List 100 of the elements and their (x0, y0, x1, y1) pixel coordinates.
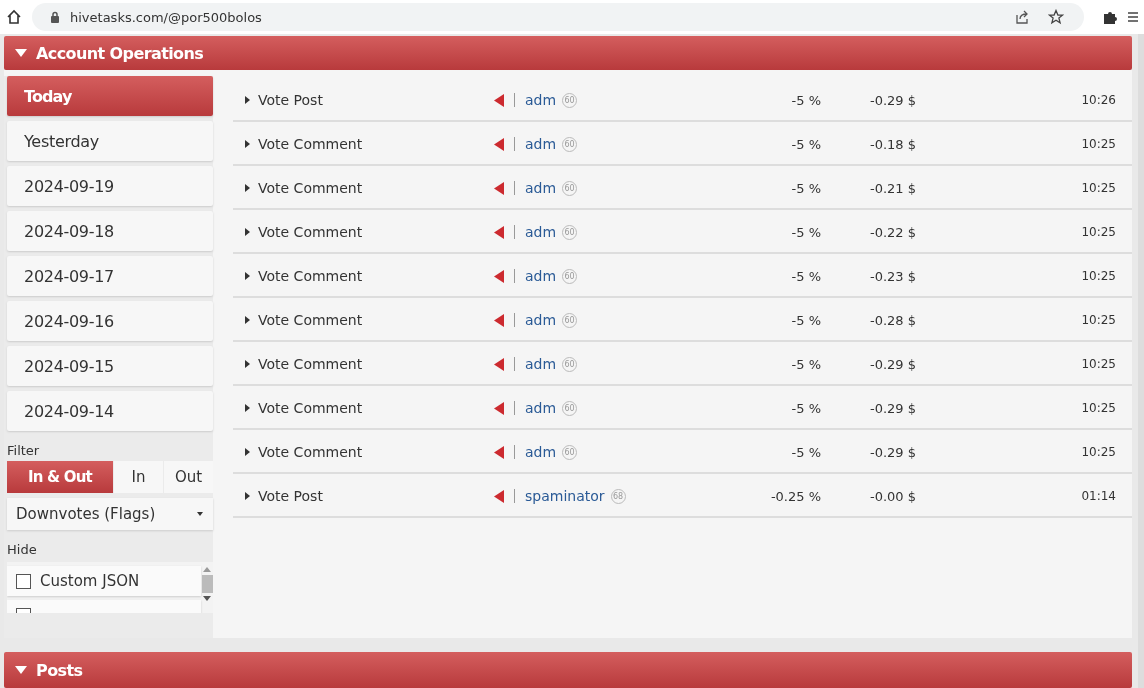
operation-time: 01:14 (1080, 489, 1117, 503)
scroll-down-icon[interactable] (203, 596, 211, 602)
vote-value: -0.21 $ (868, 180, 916, 196)
operation-time: 10:25 (1080, 225, 1117, 239)
expand-icon (245, 228, 250, 236)
vote-value: -0.18 $ (868, 136, 916, 152)
address-bar[interactable]: hivetasks.com/@por500bolos (32, 3, 1084, 31)
day-tab[interactable]: Today (7, 76, 213, 116)
day-tab[interactable]: 2024-09-14 (7, 391, 213, 431)
downvote-icon (494, 269, 504, 283)
downvote-icon (494, 93, 504, 107)
expand-icon (245, 448, 250, 456)
day-tab[interactable]: Yesterday (7, 121, 213, 161)
expand-icon (245, 96, 250, 104)
account-link[interactable]: adm (525, 180, 557, 196)
operation-time: 10:25 (1080, 313, 1117, 327)
operation-type: Vote Comment (258, 268, 363, 284)
checkbox[interactable] (16, 573, 31, 589)
expand-icon (245, 492, 250, 500)
vote-value: -0.23 $ (868, 268, 916, 284)
home-icon[interactable] (6, 9, 22, 25)
downvote-icon (494, 489, 504, 503)
vote-value: -0.29 $ (868, 356, 916, 372)
operation-type: Vote Comment (258, 312, 363, 328)
scroll-up-icon[interactable] (203, 566, 211, 572)
caret-down-icon (197, 512, 203, 516)
day-tab[interactable]: 2024-09-17 (7, 256, 213, 296)
section-title: Posts (36, 660, 83, 680)
downvote-icon (494, 225, 504, 239)
operation-type: Vote Comment (258, 224, 363, 240)
menu-icon[interactable] (1128, 10, 1138, 24)
operation-time: 10:26 (1080, 93, 1117, 107)
account-link[interactable]: adm (525, 400, 557, 416)
operation-time: 10:25 (1080, 137, 1117, 151)
account-link[interactable]: adm (525, 224, 557, 240)
downvote-icon (494, 445, 504, 459)
account-link[interactable]: adm (525, 136, 557, 152)
downvote-icon (494, 181, 504, 195)
account-link[interactable]: adm (525, 92, 557, 108)
expand-icon (245, 404, 250, 412)
downvote-icon (494, 357, 504, 371)
lock-icon (50, 11, 60, 23)
vote-weight: -5 % (790, 268, 821, 284)
filter-label: Filter (7, 443, 41, 458)
expand-icon (245, 184, 250, 192)
day-tab[interactable]: 2024-09-15 (7, 346, 213, 386)
vote-weight: -0.25 % (769, 488, 821, 504)
operation-time: 10:25 (1080, 269, 1117, 283)
operation-time: 10:25 (1080, 357, 1117, 371)
section-header[interactable]: Posts (4, 652, 1132, 688)
expand-icon (245, 140, 250, 148)
downvote-icon (494, 313, 504, 327)
account-link[interactable]: adm (525, 268, 557, 284)
operation-type: Vote Comment (258, 180, 363, 196)
day-tab[interactable]: 2024-09-18 (7, 211, 213, 251)
vote-weight: -5 % (790, 92, 821, 108)
expand-icon (245, 272, 250, 280)
direction-toggle[interactable]: Out (164, 461, 213, 493)
vote-weight: -5 % (790, 312, 821, 328)
operation-type: Vote Comment (258, 356, 363, 372)
operation-time: 10:25 (1080, 445, 1117, 459)
vote-weight: -5 % (790, 136, 821, 152)
account-link[interactable]: adm (525, 312, 557, 328)
direction-toggle[interactable]: In & Out (7, 461, 113, 493)
operation-type: Vote Post (258, 488, 323, 504)
vote-weight: -5 % (790, 180, 821, 196)
account-link[interactable]: adm (525, 356, 557, 372)
day-tab[interactable]: 2024-09-16 (7, 301, 213, 341)
caret-down-icon (14, 665, 28, 675)
vote-weight: -5 % (790, 356, 821, 372)
day-tab[interactable]: 2024-09-19 (7, 166, 213, 206)
vote-value: -0.29 $ (868, 400, 916, 416)
vote-value: -0.29 $ (868, 444, 916, 460)
operation-type: Vote Comment (258, 444, 363, 460)
puzzle-icon[interactable] (1102, 9, 1118, 25)
operation-type: Vote Post (258, 92, 323, 108)
caret-down-icon (14, 48, 28, 58)
section-header[interactable]: Account Operations (4, 36, 1132, 70)
downvote-icon (494, 137, 504, 151)
vote-weight: -5 % (790, 444, 821, 460)
section-title: Account Operations (36, 43, 204, 63)
vote-value: -0.29 $ (868, 92, 916, 108)
vote-weight: -5 % (790, 400, 821, 416)
share-icon[interactable] (1014, 9, 1030, 25)
vote-weight: -5 % (790, 224, 821, 240)
downvote-icon (494, 401, 504, 415)
vote-value: -0.22 $ (868, 224, 916, 240)
star-icon[interactable] (1048, 9, 1064, 25)
operation-type: Vote Comment (258, 136, 363, 152)
operation-type: Vote Comment (258, 400, 363, 416)
hide-option[interactable]: Custom JSON (7, 566, 201, 596)
expand-icon (245, 360, 250, 368)
operation-time: 10:25 (1080, 401, 1117, 415)
account-link[interactable]: adm (525, 444, 557, 460)
operation-time: 10:25 (1080, 181, 1117, 195)
expand-icon (245, 316, 250, 324)
type-dropdown[interactable]: Downvotes (Flags) (7, 498, 213, 530)
direction-toggle[interactable]: In (114, 461, 163, 493)
hide-label: Hide (7, 542, 38, 557)
account-link[interactable]: spaminator (525, 488, 605, 504)
